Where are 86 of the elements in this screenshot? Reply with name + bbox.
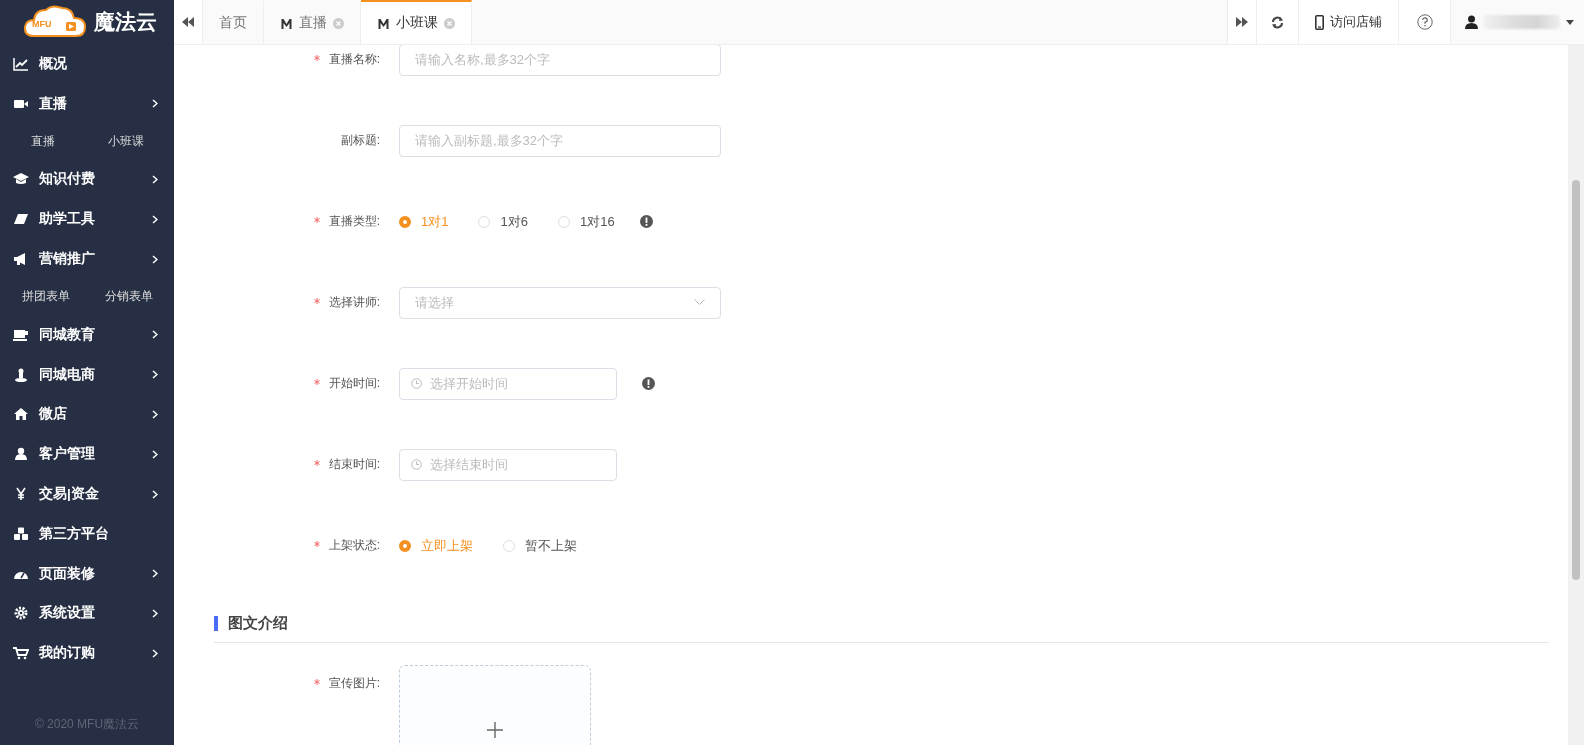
plus-icon	[487, 721, 503, 738]
clock-icon	[411, 459, 422, 470]
double-right-icon	[1236, 17, 1248, 27]
cubes-icon	[13, 526, 29, 541]
cart-icon	[13, 646, 29, 661]
chevron-right-icon	[152, 608, 158, 618]
eraser-icon	[13, 212, 29, 227]
user-icon	[1465, 15, 1478, 29]
section-title: 图文介绍	[228, 613, 288, 633]
chevron-right-icon	[152, 214, 158, 224]
input-field[interactable]: 请输入副标题,最多32个字	[399, 124, 721, 157]
radio-option[interactable]: 1对6	[478, 212, 528, 231]
field-label: 结束时间:	[328, 456, 380, 473]
required-icon	[313, 540, 320, 547]
help-icon	[1416, 14, 1433, 30]
double-left-icon	[182, 17, 194, 27]
info-icon[interactable]	[639, 215, 653, 228]
sidebar-item[interactable]: 页面装修	[0, 553, 174, 594]
required-icon	[313, 297, 320, 304]
chevron-right-icon	[152, 449, 158, 459]
chart-icon	[13, 56, 29, 71]
chevron-right-icon	[152, 99, 158, 109]
pawn-icon	[13, 367, 29, 382]
logo-text: MFU	[32, 19, 52, 29]
field-label: 副标题:	[340, 132, 380, 149]
required-icon	[313, 54, 320, 61]
section-marker	[214, 615, 218, 631]
sidebar-item[interactable]: 第三方平台	[0, 513, 174, 554]
submenu-item[interactable]: 小班课	[107, 133, 144, 151]
caret-down-icon[interactable]	[1566, 19, 1574, 25]
home-icon	[13, 407, 29, 422]
field-label: 选择讲师:	[328, 294, 380, 311]
submenu-item[interactable]: 拼团表单	[21, 288, 70, 306]
m-icon	[280, 17, 293, 29]
chevron-right-icon	[152, 409, 158, 419]
submenu-item[interactable]: 直播	[30, 133, 55, 151]
required-icon	[313, 678, 320, 685]
sidebar-item[interactable]: 微店	[0, 394, 174, 435]
cup-icon	[13, 327, 29, 342]
sidebar-item[interactable]: 我的订购	[0, 633, 174, 674]
required-icon	[313, 216, 320, 223]
yen-icon	[13, 487, 29, 502]
refresh-icon	[1271, 15, 1284, 29]
sidebar-item[interactable]: 同城教育	[0, 315, 174, 355]
field-label: 直播名称:	[328, 51, 380, 68]
chevron-right-icon	[152, 569, 158, 579]
sidebar-item[interactable]: 客户管理	[0, 434, 174, 475]
sidebar-item[interactable]: 同城电商	[0, 354, 174, 395]
sidebar-item[interactable]: 营销推广	[0, 239, 174, 279]
sidebar-item[interactable]: 直播	[0, 83, 174, 124]
input-field[interactable]: 请输入名称,最多32个字	[399, 45, 721, 76]
radio-option[interactable]: 1对16	[557, 212, 615, 231]
radio-option[interactable]: 暂不上架	[503, 536, 577, 555]
chevron-right-icon	[152, 489, 158, 499]
refresh-button[interactable]	[1256, 0, 1298, 44]
scroll-right-button[interactable]	[1227, 0, 1256, 44]
required-icon	[313, 378, 320, 385]
sidebar-item[interactable]: 概况	[0, 44, 174, 84]
chevron-down-icon	[694, 299, 705, 306]
chevron-right-icon	[152, 330, 158, 340]
sidebar-item[interactable]: 系统设置	[0, 593, 174, 634]
chevron-right-icon	[152, 175, 158, 184]
chevron-right-icon	[152, 254, 158, 264]
phone-icon	[1315, 14, 1324, 30]
field-label: 宣传图片:	[328, 675, 380, 692]
cap-icon	[13, 172, 29, 187]
gear-icon	[13, 606, 29, 621]
clock-icon	[411, 378, 422, 389]
sidebar-item[interactable]: 知识付费	[0, 159, 174, 200]
user-icon	[13, 447, 29, 462]
m-icon	[377, 17, 390, 29]
brand-name: 魔法云	[94, 9, 157, 35]
cloud-logo-icon	[22, 2, 88, 38]
sidebar-item[interactable]: 交易|资金	[0, 474, 174, 514]
chevron-right-icon	[152, 648, 158, 658]
info-icon[interactable]	[642, 377, 655, 390]
chevron-right-icon	[152, 370, 158, 380]
field-label: 上架状态:	[328, 537, 380, 554]
sidebar-item[interactable]: 助学工具	[0, 199, 174, 240]
visit-store-button[interactable]: 访问店铺	[1298, 0, 1398, 44]
required-icon	[313, 459, 320, 466]
submenu-item[interactable]: 分销表单	[104, 288, 153, 306]
tab[interactable]: 小班课	[361, 0, 472, 44]
scroll-left-button[interactable]	[174, 0, 203, 44]
field-label: 直播类型:	[328, 213, 380, 230]
field-label: 开始时间:	[328, 375, 380, 392]
